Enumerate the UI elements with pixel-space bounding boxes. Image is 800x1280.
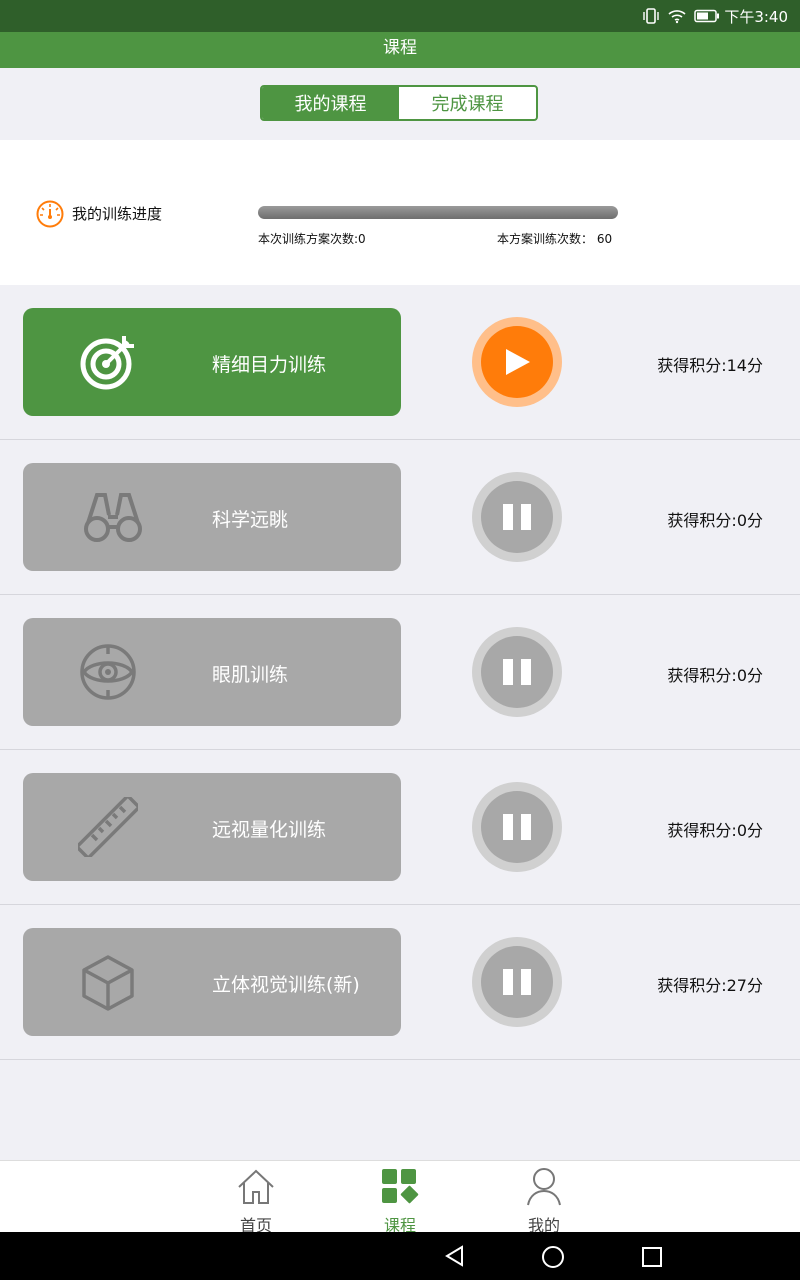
grid-icon [382, 1169, 419, 1204]
total-sessions-text: 本方案训练次数： 60 [497, 232, 613, 246]
course-score: 获得积分:0分 [667, 821, 763, 840]
play-button[interactable] [472, 317, 562, 407]
pause-button-inner [481, 791, 553, 863]
pause-icon [503, 659, 531, 685]
person-icon [527, 1168, 561, 1206]
pause-button-inner [481, 481, 553, 553]
nav-profile[interactable]: 我的 [499, 1167, 589, 1235]
status-bar: 下午3:40 [0, 0, 800, 32]
pause-icon [503, 969, 531, 995]
pause-icon [503, 814, 531, 840]
progress-label: 我的训练进度 [72, 205, 163, 223]
course-row: 眼肌训练 获得积分:0分 [0, 595, 800, 750]
wifi-icon [668, 10, 686, 24]
course-score: 获得积分:27分 [657, 976, 763, 995]
course-card-hyperopia[interactable]: 远视量化训练 [23, 773, 401, 881]
play-icon [506, 349, 530, 375]
binoculars-icon [84, 493, 142, 542]
course-card-eye-muscle[interactable]: 眼肌训练 [23, 618, 401, 726]
page-title: 课程 [383, 38, 417, 58]
back-icon[interactable] [444, 1245, 466, 1267]
play-button-inner [481, 326, 553, 398]
course-name: 科学远眺 [212, 509, 289, 531]
status-icons [642, 8, 720, 24]
pause-icon [503, 504, 531, 530]
tab-my-courses[interactable]: 我的课程 [262, 87, 399, 119]
course-row: 精细目力训练 获得积分:14分 [0, 285, 800, 440]
eye-target-icon [80, 644, 136, 700]
home-icon [238, 1169, 274, 1204]
course-name: 精细目力训练 [212, 354, 327, 376]
status-time: 下午3:40 [724, 8, 788, 26]
course-row: 科学远眺 获得积分:0分 [0, 440, 800, 595]
pause-button[interactable] [472, 782, 562, 872]
target-icon [80, 336, 134, 390]
course-name: 远视量化训练 [212, 819, 327, 841]
home-circle-icon[interactable] [541, 1245, 565, 1269]
tab-completed-courses[interactable]: 完成课程 [399, 87, 536, 119]
pause-button-inner [481, 636, 553, 708]
gauge-icon [36, 200, 64, 228]
course-card-far-gazing[interactable]: 科学远眺 [23, 463, 401, 571]
pause-button[interactable] [472, 627, 562, 717]
course-row: 远视量化训练 获得积分:0分 [0, 750, 800, 905]
nav-courses[interactable]: 课程 [355, 1167, 445, 1235]
nav-home[interactable]: 首页 [211, 1167, 301, 1235]
vibrate-icon [643, 8, 659, 24]
course-name: 立体视觉训练(新) [212, 974, 360, 996]
ruler-icon [78, 797, 138, 857]
recents-icon[interactable] [641, 1246, 663, 1268]
course-score: 获得积分:14分 [657, 356, 763, 375]
course-card-fine-vision[interactable]: 精细目力训练 [23, 308, 401, 416]
pause-button[interactable] [472, 937, 562, 1027]
tabs-area: 我的课程 完成课程 [0, 68, 800, 140]
progress-section: 我的训练进度 本次训练方案次数:0 本方案训练次数： 60 [0, 140, 800, 285]
course-score: 获得积分:0分 [667, 511, 763, 530]
course-card-stereo-vision[interactable]: 立体视觉训练(新) [23, 928, 401, 1036]
cube-icon [82, 955, 134, 1011]
progress-bar [258, 206, 618, 219]
pause-button[interactable] [472, 472, 562, 562]
title-bar: 课程 [0, 32, 800, 68]
segmented-tabs: 我的课程 完成课程 [260, 85, 538, 121]
current-sessions-text: 本次训练方案次数:0 [258, 232, 366, 246]
course-row: 立体视觉训练(新) 获得积分:27分 [0, 905, 800, 1060]
battery-icon [694, 9, 719, 23]
course-name: 眼肌训练 [212, 664, 289, 686]
system-nav-bar [0, 1232, 800, 1280]
course-score: 获得积分:0分 [667, 666, 763, 685]
pause-button-inner [481, 946, 553, 1018]
bottom-nav: 首页 课程 我的 [0, 1160, 800, 1235]
